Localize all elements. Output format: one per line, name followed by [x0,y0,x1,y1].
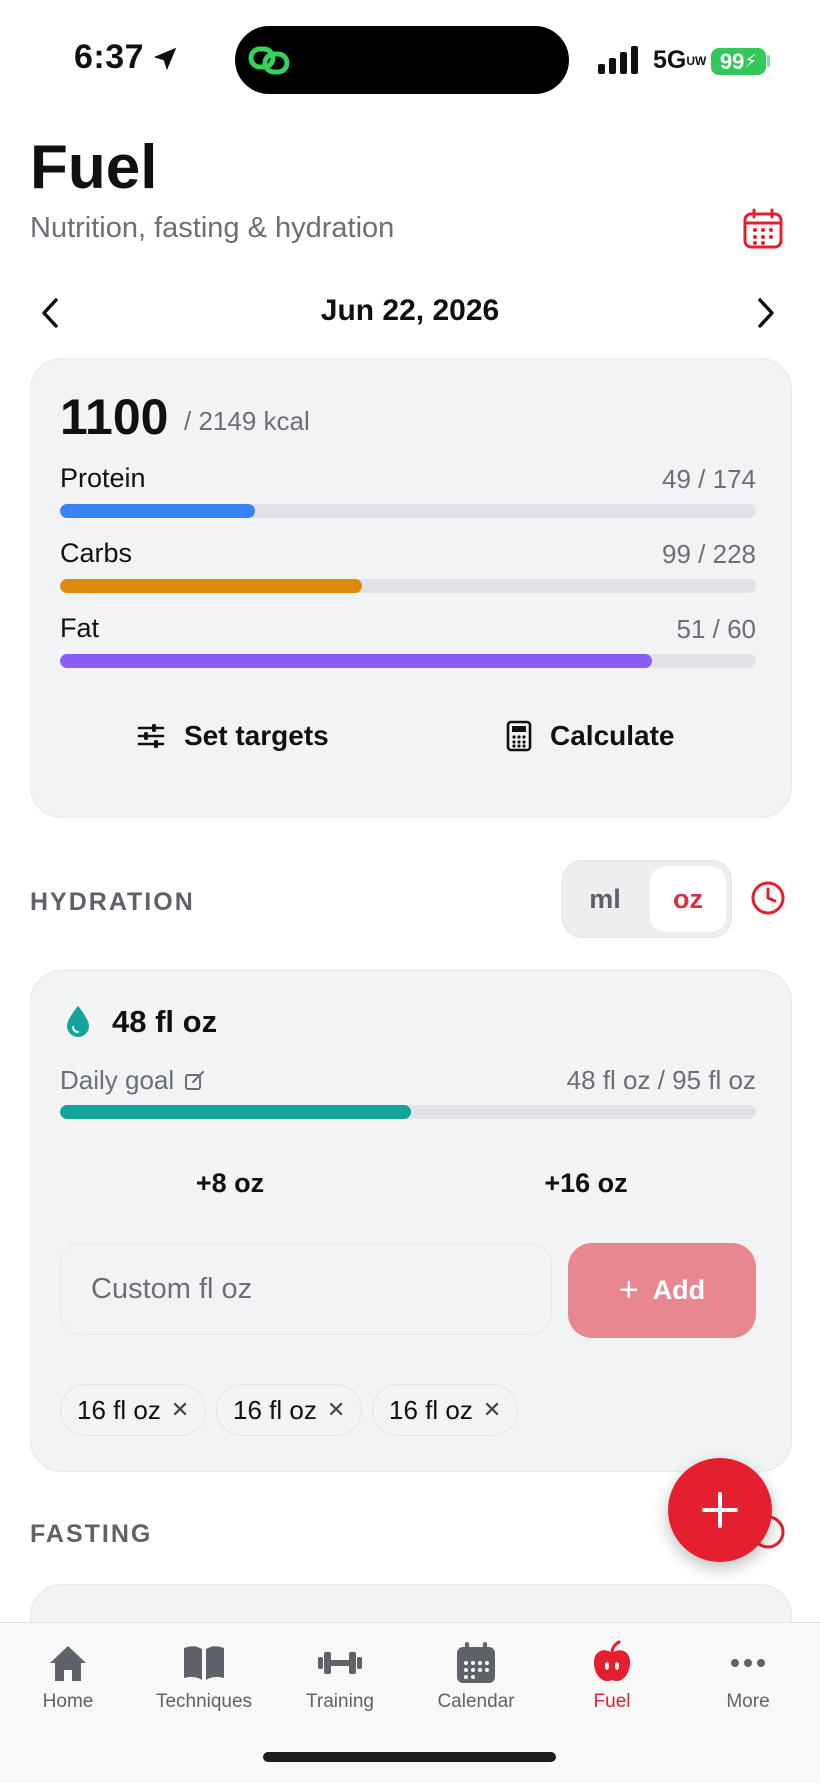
water-entry-chip[interactable]: 16 fl oz ✕ [60,1384,207,1436]
macro-fill-protein [60,504,255,518]
plus-icon [702,1492,738,1528]
edit-icon [185,1070,205,1090]
kcal-target: / 2149 kcal [184,406,310,436]
calendar-icon[interactable] [742,208,784,250]
plus-icon: + [618,1271,639,1309]
water-entry-label: 16 fl oz [77,1394,161,1425]
apple-icon [593,1640,631,1682]
kcal-consumed: 1100 [60,389,169,445]
more-icon [731,1659,765,1667]
tab-label: Home [42,1691,94,1712]
remove-icon[interactable]: ✕ [483,1397,501,1423]
unit-oz-option[interactable]: oz [650,866,726,932]
custom-amount-input[interactable] [60,1243,552,1335]
calculator-icon [506,720,532,752]
water-entry-chip[interactable]: 16 fl oz ✕ [216,1384,363,1436]
set-targets-label: Set targets [184,720,329,751]
macro-label-fat: Fat [60,613,100,643]
water-drop-icon [67,1006,89,1037]
water-entry-label: 16 fl oz [233,1394,317,1425]
home-icon [50,1646,86,1681]
tab-label: Calendar [437,1691,515,1712]
tab-more[interactable]: More [680,1639,816,1713]
location-arrow-icon [153,47,177,71]
set-targets-button[interactable]: Set targets [136,720,329,752]
macro-value-carbs: 99 / 228 [662,539,756,569]
macro-value-protein: 49 / 174 [662,464,756,494]
hydration-goal-value: 48 fl oz / 95 fl oz [566,1065,756,1095]
add-label: Add [652,1275,706,1305]
macro-value-fat: 51 / 60 [676,614,756,644]
add-fab-button[interactable] [668,1458,772,1562]
chevron-right-icon[interactable] [754,296,778,330]
book-icon [184,1646,224,1680]
page-subtitle: Nutrition, fasting & hydration [30,212,395,244]
daily-goal-label: Daily goal [60,1065,175,1095]
tab-label: Fuel [593,1691,631,1712]
battery-tip [767,55,770,67]
macro-label-carbs: Carbs [60,538,133,568]
daily-goal-edit[interactable]: Daily goal [60,1065,206,1096]
selected-date: Jun 22, 2026 [320,294,500,327]
link-icon [248,46,290,75]
unit-toggle: ml oz [562,860,732,938]
tab-home[interactable]: Home [0,1639,136,1713]
macro-bar-fat [60,654,756,668]
status-time: 6:37 [74,38,145,76]
macro-fill-fat [60,654,652,668]
macro-bar-protein [60,504,756,518]
hydration-total: 48 fl oz [112,1004,218,1039]
fasting-section-title: FASTING [30,1520,153,1548]
tab-calendar[interactable]: Calendar [408,1639,544,1713]
network-label: 5GUW [653,46,707,74]
calendar-icon [457,1642,495,1683]
remove-icon[interactable]: ✕ [171,1397,189,1423]
page-title: Fuel [30,133,158,202]
water-entry-chip[interactable]: 16 fl oz ✕ [372,1384,519,1436]
hydration-progress-bar [60,1105,756,1119]
hydration-section-title: HYDRATION [30,888,195,916]
tab-label: More [726,1691,770,1712]
calculate-button[interactable]: Calculate [506,720,675,752]
history-clock-icon[interactable] [750,880,786,916]
calculate-label: Calculate [550,720,675,751]
signal-icon [598,46,638,74]
home-indicator [263,1752,556,1762]
quick-add-8oz[interactable]: +8 oz [130,1168,330,1199]
tab-label: Techniques [155,1691,253,1712]
quick-add-16oz[interactable]: +16 oz [486,1168,686,1199]
macro-fill-carbs [60,579,363,593]
remove-icon[interactable]: ✕ [327,1397,345,1423]
battery-indicator: 99 ⚡ [711,48,766,75]
macro-label-protein: Protein [60,463,146,493]
macro-bar-carbs [60,579,756,593]
tab-label: Training [306,1691,374,1712]
tab-training[interactable]: Training [272,1639,408,1713]
hydration-progress-fill [60,1105,412,1119]
dumbbell-icon [318,1652,362,1674]
sliders-icon [137,724,165,748]
tab-fuel[interactable]: Fuel [544,1639,680,1713]
water-entry-label: 16 fl oz [389,1394,473,1425]
tab-techniques[interactable]: Techniques [136,1639,272,1713]
add-water-button[interactable]: + Add [568,1243,756,1338]
unit-ml-option[interactable]: ml [563,861,647,937]
